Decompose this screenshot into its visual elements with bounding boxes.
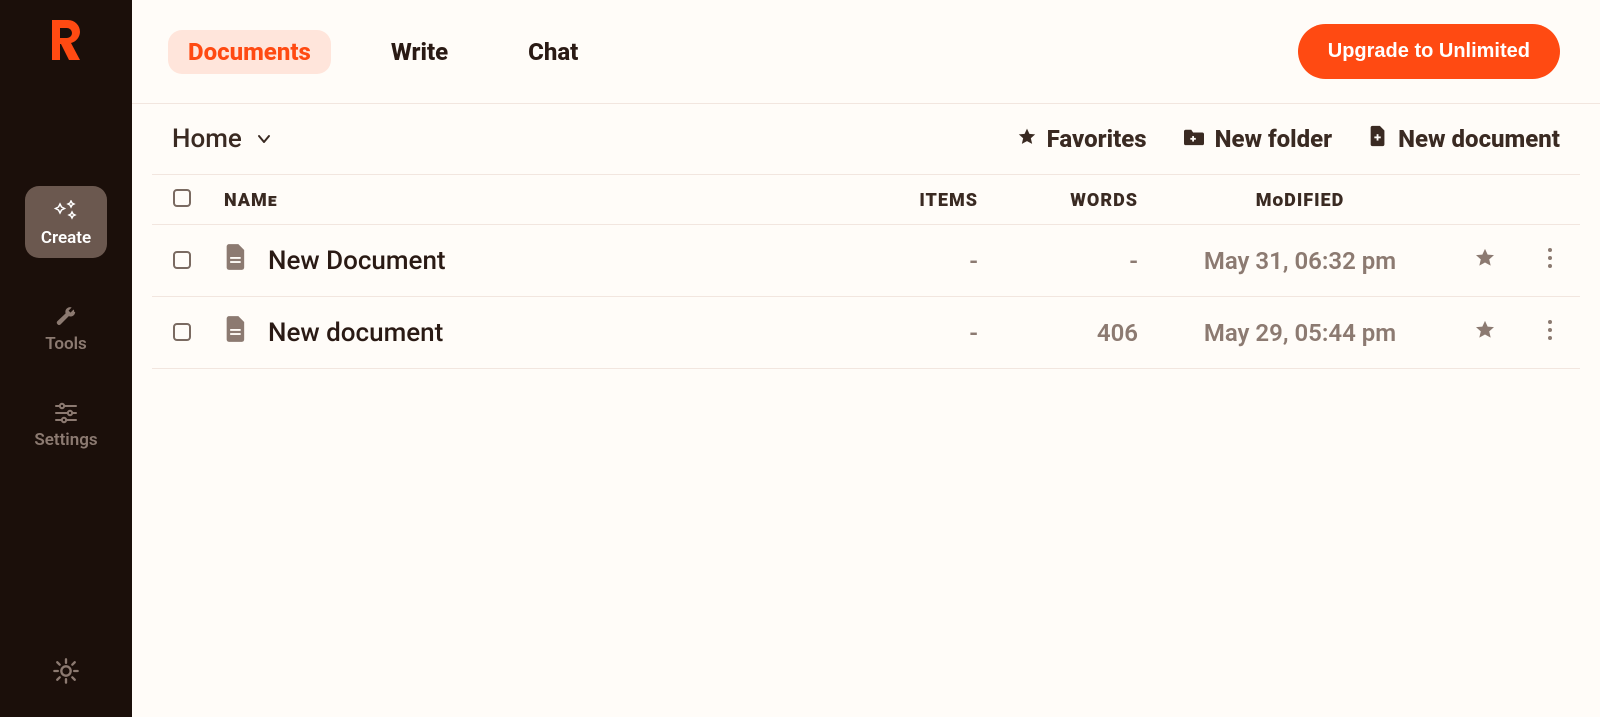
sidebar-item-label: Tools [45, 334, 87, 354]
more-menu-icon[interactable] [1547, 319, 1553, 347]
row-modified: May 29, 05:44 pm [1204, 319, 1396, 347]
col-name[interactable]: NAMe [212, 175, 850, 225]
upgrade-button[interactable]: Upgrade to Unlimited [1298, 24, 1560, 79]
row-checkbox[interactable] [173, 251, 191, 269]
sidebar-item-label: Settings [34, 430, 97, 450]
col-favorite [1450, 175, 1520, 225]
row-items: - [969, 247, 978, 275]
row-modified: May 31, 06:32 pm [1204, 247, 1396, 275]
sub-actions: Favorites New folder [1017, 125, 1560, 153]
tab-label: Documents [188, 38, 311, 66]
sidebar-item-tools[interactable]: Tools [45, 306, 87, 354]
sidebar-item-create[interactable]: Create [25, 186, 107, 258]
topbar: Documents Write Chat Upgrade to Unlimite… [132, 0, 1600, 104]
breadcrumb-label: Home [172, 124, 242, 154]
document-icon [224, 243, 248, 278]
favorites-label: Favorites [1047, 125, 1147, 153]
sparkle-icon [53, 200, 79, 222]
main: Documents Write Chat Upgrade to Unlimite… [132, 0, 1600, 717]
logo-icon [46, 18, 86, 62]
folder-add-icon [1183, 125, 1205, 153]
document-table: NAMe ITEMS WORDS MoDIFIED [152, 174, 1580, 369]
row-name: New document [268, 318, 443, 348]
table-header-row: NAMe ITEMS WORDS MoDIFIED [152, 175, 1580, 225]
app-logo[interactable] [46, 18, 86, 66]
more-menu-icon[interactable] [1547, 247, 1553, 275]
favorite-toggle-icon[interactable] [1474, 319, 1496, 347]
select-all-checkbox[interactable] [173, 189, 191, 207]
file-add-icon [1368, 125, 1388, 153]
tab-chat[interactable]: Chat [508, 30, 598, 74]
col-items[interactable]: ITEMS [850, 175, 990, 225]
new-document-label: New document [1398, 125, 1560, 153]
breadcrumb[interactable]: Home [172, 124, 272, 154]
star-icon [1017, 125, 1037, 153]
col-modified[interactable]: MoDIFIED [1150, 175, 1450, 225]
row-words: - [1129, 247, 1138, 275]
sidebar-item-label: Create [41, 228, 91, 248]
table-row[interactable]: New document - 406 May 29, 05:44 pm [152, 297, 1580, 369]
row-items: - [969, 319, 978, 347]
document-icon [224, 315, 248, 350]
tab-documents[interactable]: Documents [168, 30, 331, 74]
row-name-cell[interactable]: New document [224, 315, 838, 350]
col-words[interactable]: WORDS [990, 175, 1150, 225]
upgrade-label: Upgrade to Unlimited [1328, 40, 1530, 62]
row-name-cell[interactable]: New Document [224, 243, 838, 278]
chevron-down-icon [256, 124, 272, 154]
new-document-button[interactable]: New document [1368, 125, 1560, 153]
table-row[interactable]: New Document - - May 31, 06:32 pm [152, 225, 1580, 297]
sidebar: Create Tools Settings [0, 0, 132, 717]
new-folder-button[interactable]: New folder [1183, 125, 1333, 153]
row-words: 406 [1097, 319, 1138, 347]
subbar: Home Favorites [132, 104, 1600, 174]
tab-write[interactable]: Write [371, 30, 468, 74]
tab-label: Write [391, 38, 448, 66]
col-select [152, 175, 212, 225]
col-more [1520, 175, 1580, 225]
row-checkbox[interactable] [173, 323, 191, 341]
theme-toggle-icon[interactable] [52, 670, 80, 689]
sliders-icon [54, 402, 78, 424]
sidebar-item-settings[interactable]: Settings [34, 402, 97, 450]
tab-label: Chat [528, 38, 578, 66]
favorites-button[interactable]: Favorites [1017, 125, 1147, 153]
document-table-wrap: NAMe ITEMS WORDS MoDIFIED [132, 174, 1600, 369]
wrench-icon [55, 306, 77, 328]
favorite-toggle-icon[interactable] [1474, 247, 1496, 275]
row-name: New Document [268, 246, 446, 276]
new-folder-label: New folder [1215, 125, 1333, 153]
tabs: Documents Write Chat [168, 30, 598, 74]
